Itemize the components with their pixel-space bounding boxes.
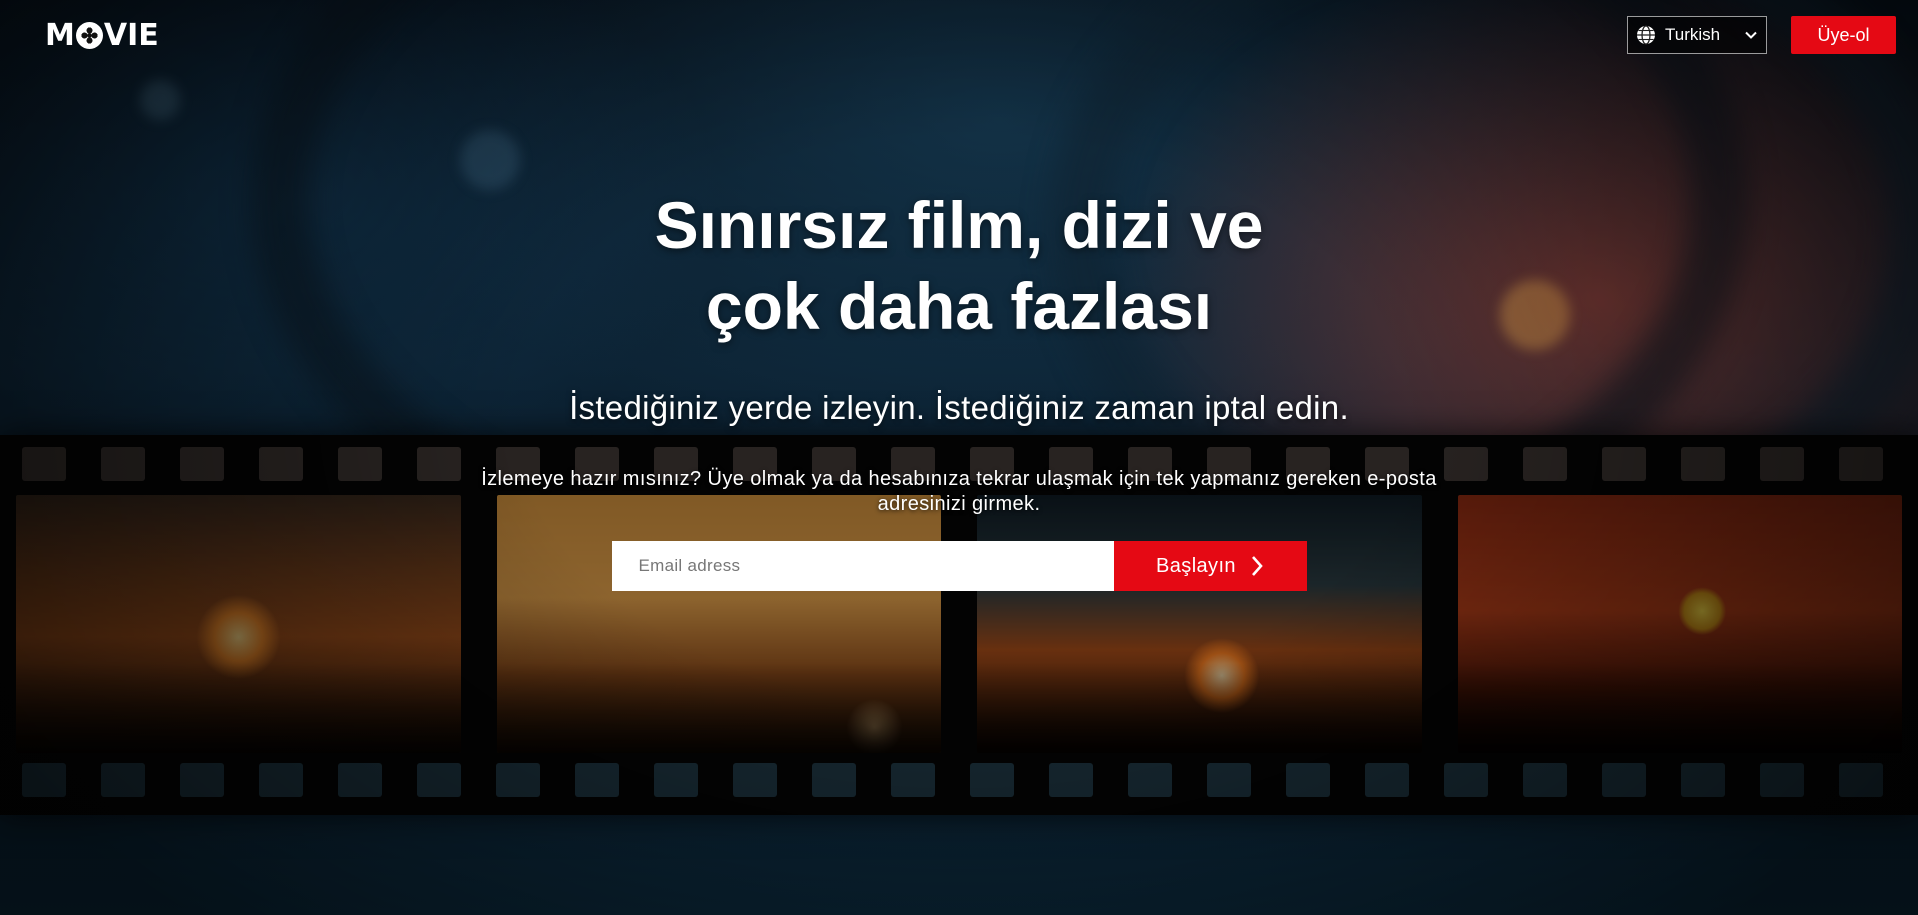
- film-reel-icon: [75, 21, 103, 49]
- globe-icon: [1637, 25, 1655, 45]
- hero-description: İzlemeye hazır mısınız? Üye olmak ya da …: [481, 468, 1437, 515]
- language-selected-label: Turkish: [1665, 25, 1721, 44]
- chevron-right-icon: [1251, 556, 1263, 576]
- header-actions: Turkish Üye-ol: [1627, 16, 1896, 54]
- logo[interactable]: M VIE: [45, 18, 159, 53]
- chevron-down-icon: [1745, 31, 1757, 39]
- top-header: M VIE Turkish Üye-ol: [0, 0, 1918, 70]
- signup-button[interactable]: Üye-ol: [1791, 16, 1896, 54]
- hero-title-line2: çok daha fazlası: [705, 269, 1213, 343]
- logo-text-prefix: M: [45, 17, 75, 53]
- hero-section: Sınırsız film, dizi ve çok daha fazlası …: [0, 185, 1918, 591]
- email-signup-form: Başlayın: [0, 541, 1918, 591]
- email-input[interactable]: [611, 541, 1114, 591]
- hero-title: Sınırsız film, dizi ve çok daha fazlası: [579, 185, 1339, 347]
- hero-title-line1: Sınırsız film, dizi ve: [654, 188, 1264, 262]
- get-started-button[interactable]: Başlayın: [1113, 541, 1307, 591]
- language-select[interactable]: Turkish: [1627, 16, 1767, 54]
- hero-subtitle: İstediğiniz yerde izleyin. İstediğiniz z…: [569, 389, 1349, 426]
- logo-text-suffix: VIE: [103, 17, 159, 53]
- get-started-label: Başlayın: [1156, 554, 1236, 577]
